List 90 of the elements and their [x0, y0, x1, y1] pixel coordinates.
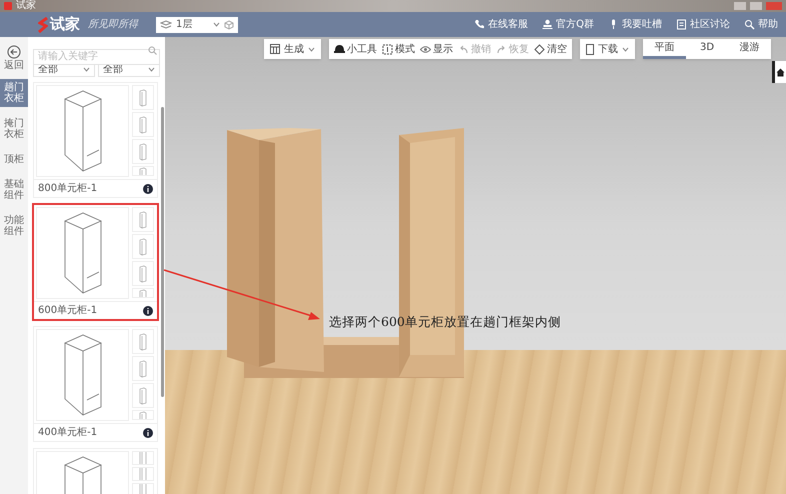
redo-icon	[496, 44, 507, 54]
cabinet-thumbnail-icon	[139, 360, 147, 378]
view-tab[interactable]: 3D	[686, 39, 728, 59]
eye-icon	[420, 44, 431, 54]
back-link[interactable]: 返回	[4, 60, 24, 72]
variant-thumbnail[interactable]	[132, 451, 154, 465]
download-dropdown[interactable]: 下载	[598, 42, 618, 56]
variant-thumbnail[interactable]	[132, 329, 154, 354]
header-link[interactable]: 帮助	[744, 17, 778, 32]
variant-thumbnail[interactable]	[132, 85, 154, 110]
phone-icon	[474, 19, 486, 30]
variant-thumbnail[interactable]	[132, 234, 154, 259]
cabinet-preview-icon	[62, 211, 102, 295]
variant-thumbnail[interactable]	[132, 383, 154, 408]
cabinet-preview-icon	[62, 333, 102, 417]
info-icon[interactable]	[143, 184, 153, 194]
category-tab[interactable]: 基础组件	[0, 176, 28, 204]
document-icon	[676, 19, 687, 30]
category-tab[interactable]: 掩门衣柜	[0, 114, 28, 142]
cabinet-thumbnail-icon	[139, 386, 147, 404]
search-icon	[148, 46, 157, 55]
category-tab[interactable]: 功能组件	[0, 212, 28, 240]
app-icon	[4, 2, 12, 10]
variant-thumbnail[interactable]	[132, 410, 154, 420]
undo-icon	[458, 44, 469, 54]
header-link[interactable]: 官方Q群	[542, 17, 594, 32]
cabinet-thumbnail-icon	[139, 210, 147, 228]
toolbar-button[interactable]: 显示	[420, 42, 453, 56]
cabinet-preview-icon	[62, 89, 102, 173]
cube-icon	[224, 20, 234, 30]
header-link[interactable]: 在线客服	[474, 17, 528, 32]
chevron-down-icon	[148, 67, 155, 72]
file-icon	[586, 44, 594, 54]
card-title: 800单元柜-1	[38, 182, 98, 196]
variant-thumbnail[interactable]	[132, 261, 154, 286]
cabinet-thumbnail-icon	[139, 238, 147, 256]
chevron-down-icon	[213, 22, 220, 27]
toolbar-button[interactable]: 小工具	[334, 42, 377, 56]
card-title: 600单元柜-1	[38, 304, 98, 318]
floor-select[interactable]: 1层	[156, 16, 238, 32]
view-tab[interactable]: 平面	[643, 39, 686, 59]
close-button[interactable]	[766, 2, 782, 10]
variant-thumbnail[interactable]	[132, 466, 154, 481]
search-icon	[744, 19, 755, 30]
header-link[interactable]: 我要吐槽	[608, 17, 662, 32]
variant-thumbnail[interactable]	[132, 288, 154, 298]
variant-thumbnail[interactable]	[132, 166, 154, 176]
search-field[interactable]: 请输入关键字	[33, 48, 160, 64]
layout-icon	[270, 44, 280, 54]
slogan: 所见即所得	[88, 18, 138, 32]
chevron-down-icon	[622, 46, 629, 52]
maximize-button[interactable]	[750, 2, 762, 10]
toolbar-button[interactable]: 清空	[534, 42, 567, 56]
info-icon[interactable]	[143, 428, 153, 438]
product-card[interactable]	[33, 448, 158, 494]
variant-thumbnail[interactable]	[132, 112, 154, 137]
category-tab[interactable]: 顶柜	[0, 150, 28, 168]
product-card[interactable]: 800单元柜-1	[33, 82, 158, 198]
card-title: 400单元柜-1	[38, 426, 98, 440]
scrollbar[interactable]	[161, 107, 164, 397]
cabinet-thumbnail-icon	[139, 332, 147, 350]
variant-thumbnail[interactable]	[132, 356, 154, 381]
chevron-down-icon	[83, 67, 90, 72]
cabinet-thumbnail-icon	[139, 116, 147, 134]
variant-thumbnail[interactable]	[132, 139, 154, 164]
generate-dropdown[interactable]: 生成	[284, 42, 304, 56]
category-tab[interactable]: 趟门衣柜	[0, 78, 28, 106]
frame-icon	[382, 44, 393, 54]
product-card[interactable]: 400单元柜-1	[33, 326, 158, 442]
layers-icon	[160, 20, 172, 29]
variant-thumbnail[interactable]	[132, 482, 154, 494]
logo-icon	[38, 16, 48, 32]
logo-text: 试家	[50, 14, 80, 36]
back-icon[interactable]	[7, 45, 21, 59]
view-tab[interactable]: 漫游	[728, 39, 772, 59]
header-link[interactable]: 社区讨论	[676, 17, 730, 32]
toolbar-button[interactable]: 模式	[382, 42, 415, 56]
info-icon[interactable]	[143, 306, 153, 316]
chevron-down-icon	[308, 46, 315, 52]
helmet-icon	[334, 44, 345, 54]
home-icon	[776, 68, 785, 76]
person-icon	[542, 19, 554, 30]
product-card[interactable]: 600单元柜-1	[33, 204, 158, 320]
cabinet-thumbnail-icon	[139, 264, 147, 282]
eraser-icon	[534, 44, 545, 54]
cabinet-thumbnail-icon	[139, 142, 147, 160]
minimize-button[interactable]	[734, 2, 746, 10]
variant-thumbnail[interactable]	[132, 207, 154, 232]
home-button[interactable]	[772, 61, 786, 83]
cabinet-thumbnail-icon	[139, 88, 147, 106]
